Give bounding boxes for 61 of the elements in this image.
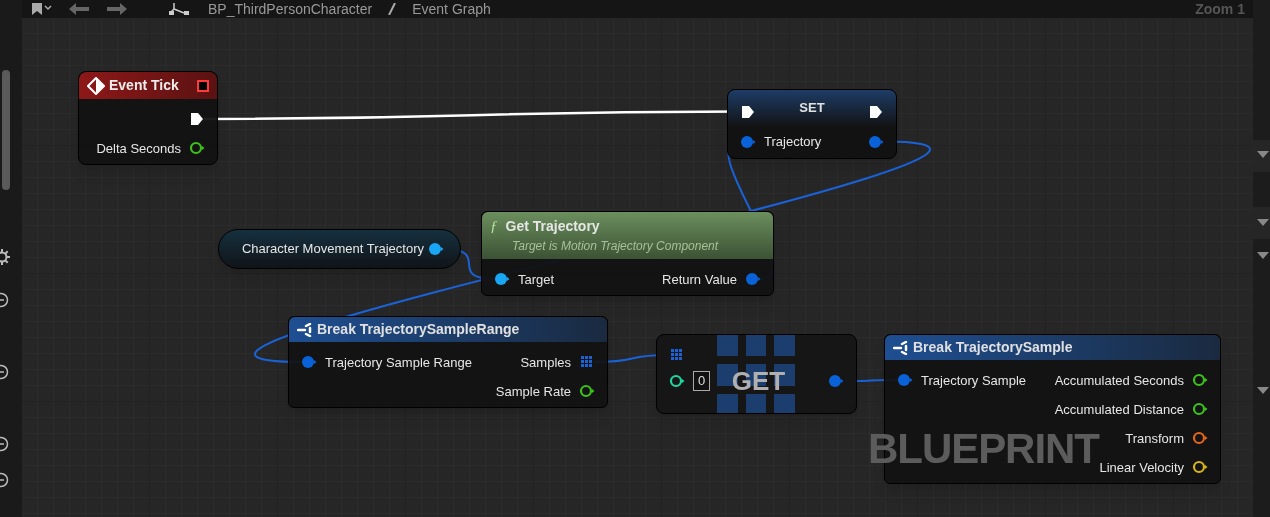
- dropdown-arrow-icon[interactable]: [1257, 151, 1269, 159]
- break-struct-icon: [893, 340, 909, 355]
- pin-label: Sample Rate: [495, 384, 571, 398]
- zoom-level: Zoom 1: [1195, 2, 1245, 16]
- transform-pin-icon[interactable]: [1192, 431, 1208, 445]
- float-pin-icon[interactable]: [1192, 373, 1208, 387]
- array-pin-icon[interactable]: [579, 355, 595, 369]
- pin-label: Samples: [520, 355, 571, 369]
- dropdown-arrow-icon[interactable]: [1257, 387, 1269, 395]
- pin-label: Accumulated Seconds: [1054, 373, 1184, 387]
- chevron-right-icon: [388, 3, 397, 15]
- struct-pin-icon[interactable]: [868, 134, 884, 149]
- float-pin-icon[interactable]: [189, 141, 205, 155]
- breadcrumb-link[interactable]: BP_ThirdPersonCharacter: [208, 2, 373, 16]
- struct-pin-icon[interactable]: [745, 272, 761, 286]
- struct-pin-icon[interactable]: [301, 355, 317, 369]
- pin-label: Target: [518, 272, 555, 286]
- exec-pin-icon[interactable]: [189, 112, 205, 126]
- node-subtitle: Target is Motion Trajectory Component: [511, 238, 720, 255]
- bookmark-icon[interactable]: [30, 3, 52, 15]
- object-pin-icon[interactable]: [494, 272, 510, 286]
- dropdown-arrow-icon[interactable]: [1257, 252, 1269, 260]
- forward-arrow-icon[interactable]: [106, 3, 128, 15]
- back-arrow-icon[interactable]: [68, 3, 90, 15]
- struct-pin-icon[interactable]: [828, 374, 844, 388]
- dropdown-arrow-icon[interactable]: [1257, 219, 1269, 227]
- function-icon: ƒ: [490, 219, 498, 234]
- pin-label: Linear Velocity: [1099, 460, 1184, 474]
- panel-row[interactable]: [1253, 207, 1270, 239]
- node-title: Event Tick: [109, 76, 179, 95]
- integer-pin-icon[interactable]: [669, 374, 685, 388]
- delegate-pin-icon[interactable]: [197, 79, 209, 92]
- float-pin-icon[interactable]: [579, 384, 595, 398]
- blueprint-watermark: BLUEPRINT: [868, 428, 1099, 470]
- exec-pin-icon[interactable]: [868, 104, 884, 119]
- pin-label: Trajectory Sample: [921, 373, 1026, 387]
- object-pin-icon[interactable]: [428, 242, 444, 256]
- node-title: Break TrajectorySample: [913, 338, 1073, 357]
- pin-label: Return Value: [662, 272, 737, 286]
- event-diamond-icon: [87, 76, 105, 95]
- struct-pin-icon[interactable]: [897, 373, 913, 387]
- exec-pin-icon[interactable]: [740, 104, 756, 119]
- array-pin-icon[interactable]: [669, 348, 685, 362]
- break-struct-icon: [297, 322, 313, 337]
- node-title: Break TrajectorySampleRange: [317, 320, 520, 339]
- vector-pin-icon[interactable]: [1192, 460, 1208, 474]
- node-title: SET: [799, 99, 825, 117]
- breadcrumb-text: Event Graph: [412, 2, 491, 16]
- float-pin-icon[interactable]: [1192, 402, 1208, 416]
- panel-row[interactable]: [1253, 140, 1270, 172]
- index-field[interactable]: 0: [693, 371, 711, 391]
- pin-label: Delta Seconds: [96, 141, 181, 155]
- pin-label: Accumulated Distance: [1054, 402, 1184, 416]
- graph-tree-icon: [168, 3, 192, 15]
- scrollbar-thumb[interactable]: [2, 70, 10, 190]
- struct-pin-icon[interactable]: [740, 134, 756, 149]
- pin-label: Trajectory Sample Range: [325, 355, 472, 369]
- pin-label: Transform: [1125, 431, 1184, 445]
- pin-label: Trajectory: [764, 135, 822, 148]
- variable-label: Character Movement Trajectory: [241, 240, 424, 259]
- node-title: Get Trajectory: [505, 217, 600, 236]
